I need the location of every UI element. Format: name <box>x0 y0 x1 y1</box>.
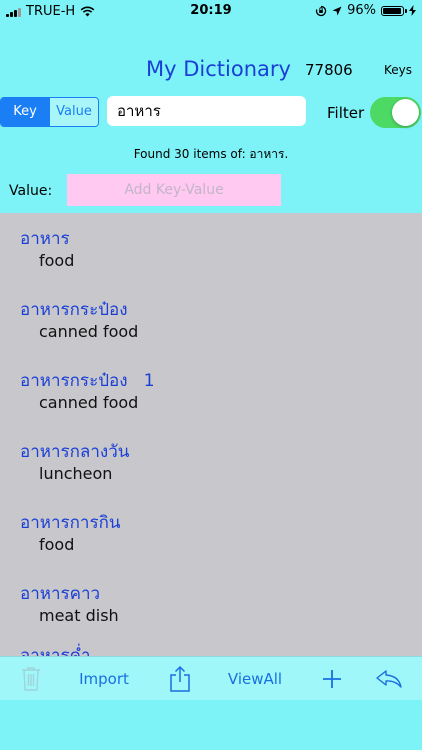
reply-icon <box>376 670 402 688</box>
filter-label: Filter <box>327 104 365 122</box>
battery-icon <box>381 5 407 16</box>
charging-icon <box>409 5 416 16</box>
list-item[interactable]: อาหาร food <box>0 213 422 284</box>
results-list[interactable]: อาหาร food อาหารกระป๋อง canned food อาหา… <box>0 213 422 656</box>
list-item[interactable]: อาหารการกิน food <box>0 497 422 568</box>
battery-percent: 96% <box>347 3 376 18</box>
value-input[interactable] <box>67 174 281 206</box>
segment-value[interactable]: Value <box>49 98 98 126</box>
add-button[interactable] <box>317 657 347 701</box>
search-mode-segmented-control: Key Value <box>0 97 99 127</box>
page-title: My Dictionary <box>146 57 291 81</box>
view-all-button[interactable]: ViewAll <box>222 657 288 701</box>
entry-value: food <box>39 535 75 554</box>
entry-value: meat dish <box>39 606 119 625</box>
share-icon <box>170 665 190 692</box>
entry-key: อาหารค่ำ <box>20 646 91 656</box>
segment-key[interactable]: Key <box>1 98 49 126</box>
value-label: Value: <box>9 183 53 199</box>
result-message: Found 30 items of: อาหาร. <box>133 147 289 161</box>
entry-key: อาหารกระป๋อง <box>20 300 128 320</box>
entry-value: canned food <box>39 393 139 412</box>
list-item[interactable]: อาหารกลางวัน luncheon <box>0 426 422 497</box>
entry-value: luncheon <box>39 464 113 483</box>
status-right: 96% <box>315 3 416 18</box>
keys-label: Keys <box>384 63 413 77</box>
bottom-toolbar: Import ViewAll <box>0 656 422 700</box>
list-item[interactable]: อาหารค่ำ <box>0 630 422 656</box>
share-button[interactable] <box>164 657 196 701</box>
trash-icon <box>22 667 40 691</box>
filter-toggle[interactable] <box>370 97 421 128</box>
list-item[interactable]: อาหารคาว meat dish <box>0 568 422 639</box>
list-item[interactable]: อาหารกระป๋อง 1 canned food <box>0 355 422 426</box>
entry-key: อาหารกระป๋อง 1 <box>20 371 155 391</box>
key-count: 77806 <box>305 61 353 79</box>
entry-key: อาหารกลางวัน <box>20 442 130 462</box>
entry-value: food <box>39 251 75 270</box>
entry-key: อาหารการกิน <box>20 513 121 533</box>
trash-button[interactable] <box>12 657 50 701</box>
plus-icon <box>323 670 341 688</box>
entry-value: canned food <box>39 322 139 341</box>
entry-key: อาหารคาว <box>20 584 101 604</box>
entry-key: อาหาร <box>20 229 70 249</box>
toggle-knob <box>392 99 419 126</box>
back-button[interactable] <box>372 657 406 701</box>
import-button[interactable]: Import <box>72 657 136 701</box>
list-item[interactable]: อาหารกระป๋อง canned food <box>0 284 422 355</box>
search-input[interactable] <box>107 96 306 126</box>
location-icon <box>332 6 342 15</box>
status-bar: TRUE-H 20:19 96% <box>0 0 422 22</box>
orientation-lock-icon <box>315 5 327 16</box>
